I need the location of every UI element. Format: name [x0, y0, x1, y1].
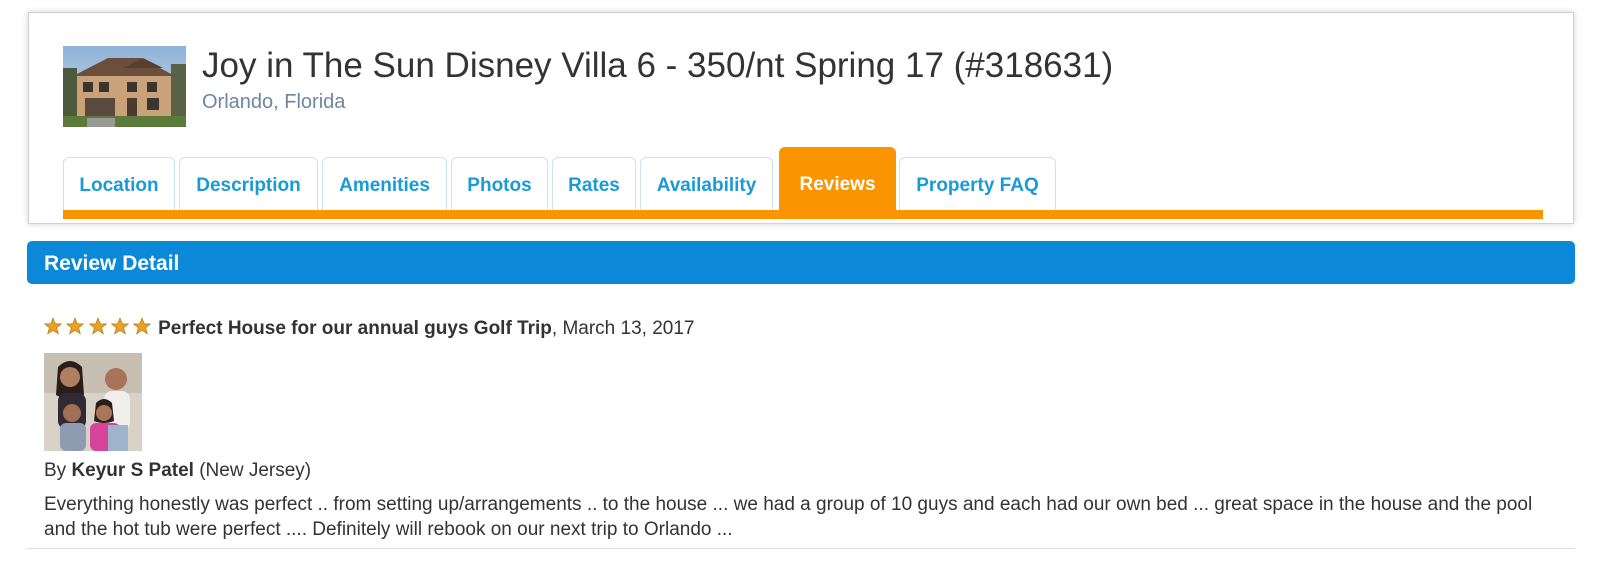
reviewer-location: (New Jersey) [193, 460, 312, 481]
review-text: Everything honestly was perfect .. from … [44, 494, 1533, 540]
byline-prefix: By [44, 460, 72, 481]
review-heading: Perfect House for our annual guys Golf T… [44, 316, 695, 342]
tab-rates[interactable]: Rates [552, 157, 636, 211]
star-icon [88, 317, 107, 335]
review-detail-header: Review Detail [27, 241, 1575, 284]
reviewer-name: Keyur S Patel [71, 460, 194, 481]
star-icon [66, 317, 85, 335]
tab-photos[interactable]: Photos [451, 157, 548, 211]
star-icon [133, 317, 152, 335]
property-location: Orlando, Florida [202, 91, 346, 113]
review-date: , March 13, 2017 [551, 318, 695, 339]
property-photo[interactable] [63, 46, 186, 127]
tab-location[interactable]: Location [63, 157, 175, 211]
star-rating [44, 317, 152, 343]
reviewer-avatar [44, 353, 142, 451]
review-byline: By Keyur S Patel (New Jersey) [44, 458, 311, 484]
tab-reviews[interactable]: Reviews [779, 147, 896, 211]
tab-availability[interactable]: Availability [640, 157, 773, 211]
star-icon [44, 317, 62, 335]
tab-property-faq[interactable]: Property FAQ [899, 157, 1056, 211]
tab-amenities[interactable]: Amenities [322, 157, 447, 211]
property-header: Joy in The Sun Disney Villa 6 - 350/nt S… [28, 12, 1574, 224]
tab-description[interactable]: Description [179, 157, 318, 211]
divider [27, 548, 1575, 549]
property-title: Joy in The Sun Disney Villa 6 - 350/nt S… [202, 46, 1114, 85]
tab-underline [63, 210, 1543, 219]
review-title: Perfect House for our annual guys Golf T… [158, 318, 552, 339]
tab-bar: Location Description Amenities Photos Ra… [63, 147, 1543, 219]
star-icon [110, 317, 129, 335]
